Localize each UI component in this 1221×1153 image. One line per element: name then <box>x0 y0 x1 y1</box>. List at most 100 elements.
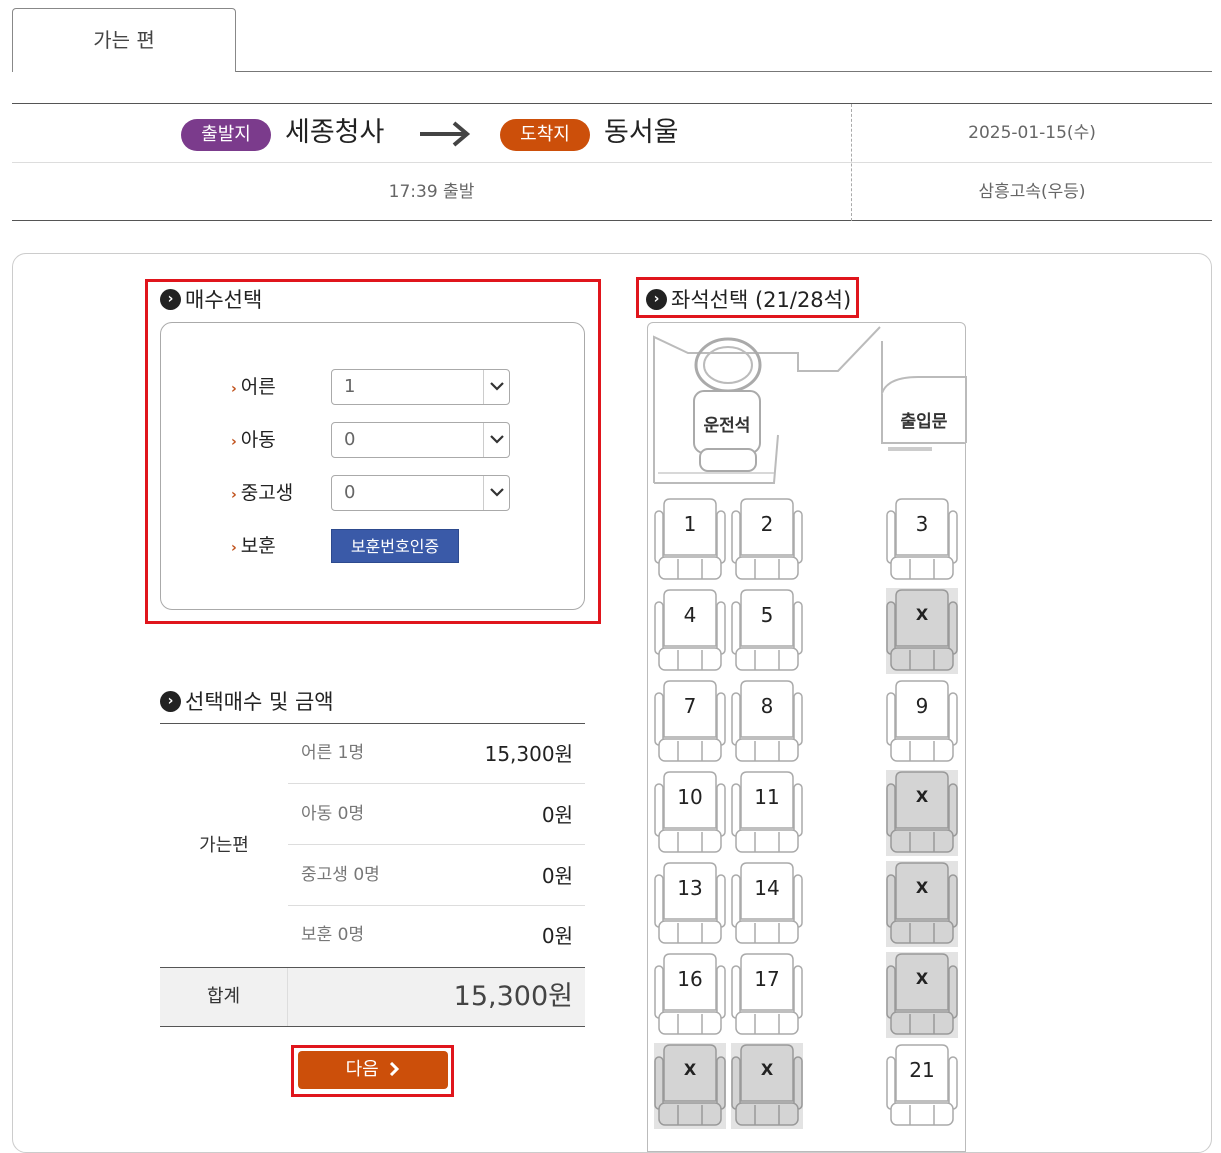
seat-section-title-text: 좌석선택 (21/28석) <box>671 288 852 312</box>
summary-row: 어른 1명 15,300원 <box>288 724 585 784</box>
summary-total: 합계 15,300원 <box>160 967 585 1027</box>
seat-number: X <box>683 1060 697 1079</box>
seat-number: 2 <box>760 512 774 536</box>
total-amount: 15,300원 <box>453 981 573 1012</box>
arrival-city: 동서울 <box>604 117 679 148</box>
departure-time: 17:39 출발 <box>388 182 475 202</box>
route-info: 출발지 세종청사 도착지 동서울 2025-01-15(수) 17:39 출발 … <box>12 103 1212 221</box>
seat-taken: X <box>886 861 958 947</box>
seat-number: 1 <box>683 512 697 536</box>
chevron-down-icon <box>483 423 509 457</box>
summary-row: 보훈 0명 0원 <box>288 906 585 966</box>
summary-row-label: 보훈 0명 <box>301 925 365 945</box>
seat-number: 3 <box>915 512 929 536</box>
circle-chevron-icon: › <box>160 288 181 310</box>
seat-3[interactable]: 3 <box>886 497 958 583</box>
seat-number: 14 <box>754 876 780 900</box>
seat-number: 10 <box>677 785 703 809</box>
seat-21[interactable]: 21 <box>886 1043 958 1129</box>
chevron-down-icon <box>483 370 509 404</box>
seat-number: X <box>915 605 929 624</box>
seat-9[interactable]: 9 <box>886 679 958 765</box>
departure-badge: 출발지 <box>181 119 271 151</box>
count-box: › 어른 1 › 아동 0 › 중고생 0 › 보훈 보훈번호인증 <box>160 322 585 610</box>
seat-4[interactable]: 4 <box>654 588 726 674</box>
student-label: › 중고생 <box>231 482 294 504</box>
seat-number: 17 <box>754 967 780 991</box>
chevron-right-icon: › <box>231 434 237 450</box>
seat-section-title: › 좌석선택 (21/28석) <box>646 284 851 314</box>
seat-number: 21 <box>909 1058 935 1082</box>
summary-row-label: 중고생 0명 <box>301 865 380 885</box>
summary-title-text: 선택매수 및 금액 <box>185 690 334 714</box>
door-label: 출입문 <box>900 412 948 432</box>
arrow-right-icon <box>420 121 471 147</box>
chevron-down-icon <box>483 476 509 510</box>
divider <box>851 104 852 221</box>
seat-map: 운전석 출입문 1 2 3 4 5 X 7 8 9 10 11 X 13 14 X 16 17 X X X 21 <box>647 322 967 1152</box>
route-detail-row: 17:39 출발 삼흥고속(우등) <box>12 163 1212 221</box>
summary-row-amount: 0원 <box>541 864 573 888</box>
summary-table: 가는편 어른 1명 15,300원 아동 0명 0원 중고생 0명 0원 보훈 … <box>160 723 585 1027</box>
seat-number: X <box>915 787 929 806</box>
arrival-badge: 도착지 <box>500 119 590 151</box>
summary-row-amount: 0원 <box>541 803 573 827</box>
summary-row-label: 아동 0명 <box>301 804 365 824</box>
next-button[interactable]: 다음 <box>298 1051 448 1089</box>
driver-seat-label: 운전석 <box>703 416 751 436</box>
seat-taken: X <box>886 952 958 1038</box>
seat-number: 5 <box>760 603 774 627</box>
seat-number: 8 <box>760 694 774 718</box>
summary-group-label: 가는편 <box>199 835 249 856</box>
child-count-select[interactable]: 0 <box>331 422 510 458</box>
seat-number: 7 <box>683 694 697 718</box>
seat-8[interactable]: 8 <box>731 679 803 765</box>
seat-14[interactable]: 14 <box>731 861 803 947</box>
adult-label: › 어른 <box>231 376 276 398</box>
summary-row: 아동 0명 0원 <box>288 785 585 845</box>
seat-number: X <box>915 878 929 897</box>
seat-number: 9 <box>915 694 929 718</box>
next-button-label: 다음 <box>345 1059 379 1080</box>
veteran-row: › 보훈 보훈번호인증 <box>231 528 521 564</box>
count-section-title: › 매수선택 <box>160 284 262 314</box>
child-row: › 아동 0 <box>231 422 521 458</box>
seat-number: X <box>915 969 929 988</box>
departure-city: 세종청사 <box>285 117 385 148</box>
seat-taken: X <box>654 1043 726 1129</box>
seat-taken: X <box>886 770 958 856</box>
seat-number: 16 <box>677 967 703 991</box>
seat-7[interactable]: 7 <box>654 679 726 765</box>
chevron-right-icon <box>390 1061 400 1077</box>
student-count-select[interactable]: 0 <box>331 475 510 511</box>
summary-row-label: 어른 1명 <box>301 743 365 763</box>
adult-count-select[interactable]: 1 <box>331 369 510 405</box>
tab-bar: 가는 편 <box>12 8 1212 72</box>
seat-11[interactable]: 11 <box>731 770 803 856</box>
seat-5[interactable]: 5 <box>731 588 803 674</box>
tab-outbound[interactable]: 가는 편 <box>12 8 236 72</box>
seat-number: 11 <box>754 785 780 809</box>
veteran-label: › 보훈 <box>231 535 276 557</box>
circle-chevron-icon: › <box>160 690 181 712</box>
seat-taken: X <box>886 588 958 674</box>
adult-row: › 어른 1 <box>231 369 521 405</box>
veteran-verify-button[interactable]: 보훈번호인증 <box>331 529 459 563</box>
chevron-right-icon: › <box>231 487 237 503</box>
route-row: 출발지 세종청사 도착지 동서울 2025-01-15(수) <box>12 104 1212 163</box>
child-label: › 아동 <box>231 429 276 451</box>
summary-row: 중고생 0명 0원 <box>288 846 585 906</box>
seat-2[interactable]: 2 <box>731 497 803 583</box>
summary-title: › 선택매수 및 금액 <box>160 686 334 716</box>
seat-taken: X <box>731 1043 803 1129</box>
seat-16[interactable]: 16 <box>654 952 726 1038</box>
seat-13[interactable]: 13 <box>654 861 726 947</box>
seat-17[interactable]: 17 <box>731 952 803 1038</box>
seat-10[interactable]: 10 <box>654 770 726 856</box>
chevron-right-icon: › <box>231 540 237 556</box>
student-row: › 중고생 0 <box>231 475 521 511</box>
circle-chevron-icon: › <box>646 288 667 310</box>
seat-number: X <box>760 1060 774 1079</box>
seat-1[interactable]: 1 <box>654 497 726 583</box>
summary-row-amount: 0원 <box>541 924 573 948</box>
